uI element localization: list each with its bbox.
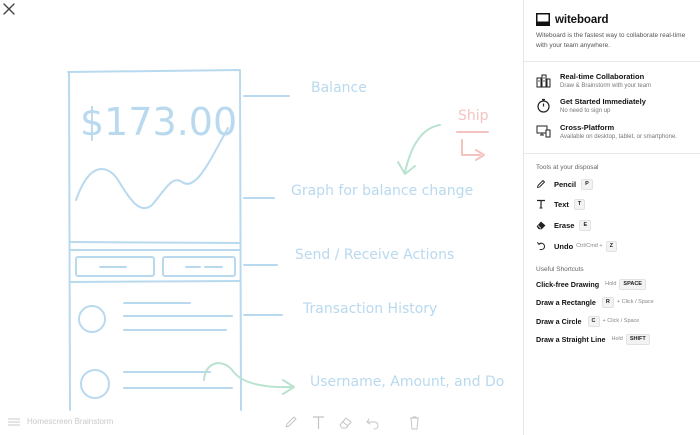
- brand: witeboard: [536, 13, 609, 26]
- tool-name: Erase: [554, 220, 575, 230]
- label-details: Username, Amount, and Do: [310, 374, 504, 390]
- tool-name: Undo: [554, 241, 574, 251]
- shortcut-draw-straight-line: Draw a Straight Line Hold SHIFT: [536, 333, 650, 345]
- pencil-icon: [537, 180, 545, 188]
- drawing-canvas[interactable]: $173.00 Balance Graph for balance change…: [0, 0, 523, 435]
- key-badge: SPACE: [619, 278, 646, 290]
- tool-pencil: Pencil P: [536, 178, 593, 190]
- feature-realtime-collaboration: Real-time Collaboration Draw & Brainstor…: [536, 72, 651, 91]
- eraser-icon[interactable]: [338, 415, 353, 430]
- text-icon[interactable]: [311, 415, 326, 430]
- undo-icon: [537, 242, 546, 251]
- divider: [524, 61, 700, 62]
- tool-text: Text T: [536, 198, 586, 210]
- label-graph: Graph for balance change: [291, 183, 473, 199]
- key-badge: R: [601, 296, 614, 308]
- key-badge: P: [581, 178, 593, 190]
- stopwatch-icon: [537, 98, 550, 113]
- collaboration-icon: [536, 74, 551, 88]
- tool-name: Pencil: [554, 179, 577, 189]
- shortcut-name: Click-free Drawing: [536, 279, 600, 289]
- eraser-icon: [536, 221, 546, 230]
- shortcut-click-free-drawing: Click-free Drawing Hold SPACE: [536, 278, 646, 290]
- info-sidebar: witeboard Witeboard is the fastest way t…: [523, 0, 700, 435]
- feature-title: Real-time Collaboration: [560, 72, 645, 81]
- shortcut-prefix: Hold: [605, 281, 617, 287]
- feature-subtitle: Available on desktop, tablet, or smartph…: [560, 134, 677, 140]
- tool-erase: Erase E: [536, 219, 592, 231]
- pencil-icon[interactable]: [283, 415, 298, 430]
- feature-get-started: Get Started Immediately No need to sign …: [536, 97, 646, 116]
- tools-heading: Tools at your disposal: [536, 164, 599, 171]
- balance-amount-text: $173.00: [80, 100, 237, 144]
- bottom-toolbar: Homescreen Brainstorm: [0, 408, 523, 435]
- shortcut-name: Draw a Straight Line: [536, 334, 606, 344]
- label-ship: Ship: [458, 108, 489, 124]
- text-icon: [537, 199, 545, 209]
- shortcut-suffix: + Click / Space: [602, 318, 640, 324]
- trash-icon[interactable]: [407, 415, 422, 430]
- shortcut-draw-circle: Draw a Circle C + Click / Space: [536, 315, 642, 327]
- document-title[interactable]: Homescreen Brainstorm: [27, 417, 113, 426]
- key-badge: Z: [605, 240, 617, 252]
- shortcuts-heading: Useful Shortcuts: [536, 266, 584, 273]
- feature-subtitle: No need to sign up: [560, 108, 611, 114]
- devices-icon: [536, 125, 551, 138]
- close-icon[interactable]: [0, 0, 18, 18]
- divider: [524, 153, 700, 154]
- shortcut-name: Draw a Rectangle: [536, 297, 596, 307]
- label-balance: Balance: [311, 80, 367, 96]
- undo-icon[interactable]: [365, 415, 380, 430]
- sketch-drawing: $173.00 Balance Graph for balance change…: [67, 69, 504, 411]
- feature-subtitle: Draw & Brainstorm with your team: [560, 83, 652, 89]
- tagline: Witeboard is the fastest way to collabor…: [536, 32, 686, 49]
- tool-name: Text: [554, 199, 569, 209]
- label-history: Transaction History: [302, 301, 437, 317]
- key-badge: T: [573, 198, 586, 210]
- shortcut-suffix: + Click / Space: [616, 299, 654, 305]
- witeboard-logo-icon: [536, 13, 550, 26]
- key-badge: E: [579, 219, 592, 231]
- brand-name: witeboard: [555, 13, 609, 26]
- feature-title: Cross-Platform: [560, 123, 615, 132]
- shortcut-prefix: Hold: [611, 336, 623, 342]
- tool-undo: Undo Ctrl/Cmd + Z: [536, 240, 617, 252]
- modifier-hint: Ctrl/Cmd +: [576, 243, 603, 249]
- feature-title: Get Started Immediately: [560, 97, 646, 106]
- label-actions: Send / Receive Actions: [295, 247, 454, 263]
- shortcut-draw-rectangle: Draw a Rectangle R + Click / Space: [536, 296, 657, 308]
- shortcut-name: Draw a Circle: [536, 316, 582, 326]
- key-badge: C: [587, 315, 600, 327]
- menu-icon[interactable]: [8, 418, 20, 426]
- feature-cross-platform: Cross-Platform Available on desktop, tab…: [536, 123, 677, 142]
- key-badge: SHIFT: [625, 333, 650, 345]
